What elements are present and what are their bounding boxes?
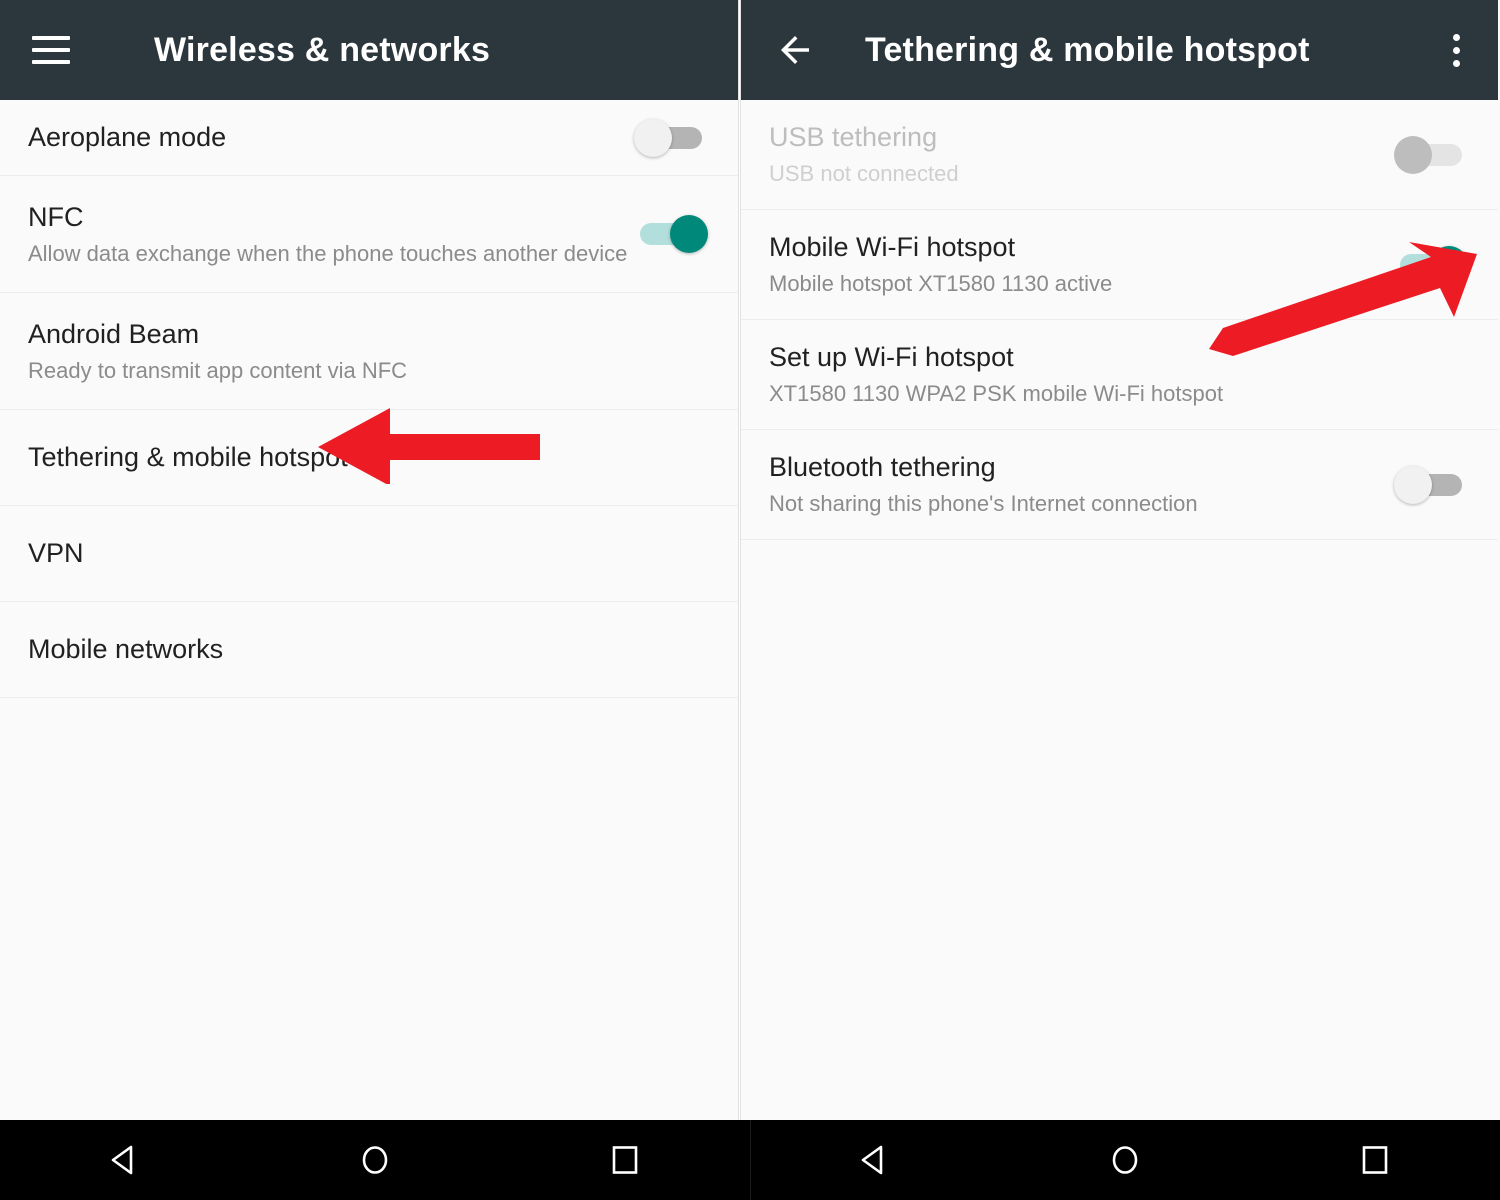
square-recents-icon: [612, 1146, 638, 1174]
row-android-beam-subtitle: Ready to transmit app content via NFC: [28, 357, 408, 383]
row-usb-tethering-subtitle: USB not connected: [769, 161, 959, 187]
hamburger-bar-2: [32, 48, 70, 52]
row-tethering-texts: Tethering & mobile hotspot: [28, 441, 348, 474]
usb-tethering-toggle: [1394, 135, 1468, 174]
row-set-up-wifi-hotspot-subtitle: XT1580 1130 WPA2 PSK mobile Wi-Fi hotspo…: [769, 381, 1224, 407]
row-android-beam[interactable]: Android Beam Ready to transmit app conte…: [0, 293, 738, 410]
row-mobile-networks-texts: Mobile networks: [28, 633, 223, 666]
toggle-knob: [1394, 135, 1432, 174]
row-android-beam-texts: Android Beam Ready to transmit app conte…: [28, 318, 407, 384]
overflow-menu-icon[interactable]: [1436, 27, 1476, 73]
navbar-right-half: [750, 1120, 1500, 1200]
row-aeroplane-mode[interactable]: Aeroplane mode: [0, 100, 738, 176]
row-bluetooth-tethering-texts: Bluetooth tethering Not sharing this pho…: [769, 451, 1198, 517]
left-appbar: Wireless & networks: [0, 0, 738, 100]
row-usb-tethering-texts: USB tethering USB not connected: [769, 121, 959, 187]
row-vpn-title: VPN: [28, 538, 84, 569]
toggle-knob: [1430, 245, 1468, 284]
row-mobile-wifi-hotspot-title: Mobile Wi-Fi hotspot: [769, 232, 1016, 263]
panes-container: Wireless & networks Aeroplane mode NFC A…: [0, 0, 1500, 1120]
circle-home-icon: [362, 1146, 388, 1174]
overflow-dot-3: [1452, 59, 1460, 67]
row-set-up-wifi-hotspot[interactable]: Set up Wi-Fi hotspot XT1580 1130 WPA2 PS…: [741, 320, 1498, 430]
overflow-dot-2: [1452, 46, 1460, 54]
triangle-back-icon: [861, 1145, 883, 1175]
mobile-wifi-hotspot-toggle[interactable]: [1394, 245, 1468, 284]
row-mobile-wifi-hotspot-texts: Mobile Wi-Fi hotspot Mobile hotspot XT15…: [769, 231, 1112, 297]
left-settings-list: Aeroplane mode NFC Allow data exchange w…: [0, 100, 738, 698]
row-tethering-title: Tethering & mobile hotspot: [28, 442, 348, 473]
recents-button[interactable]: [580, 1120, 670, 1200]
right-pane-tethering-hotspot: Tethering & mobile hotspot USB tethering…: [741, 0, 1498, 1120]
nfc-toggle[interactable]: [634, 215, 708, 253]
toggle-knob: [1394, 465, 1432, 504]
row-usb-tethering: USB tethering USB not connected: [741, 100, 1498, 210]
row-bluetooth-tethering-subtitle: Not sharing this phone's Internet connec…: [769, 491, 1198, 517]
home-button[interactable]: [1080, 1120, 1170, 1200]
aeroplane-mode-toggle[interactable]: [634, 118, 708, 157]
bluetooth-tethering-toggle[interactable]: [1394, 465, 1468, 504]
row-nfc-texts: NFC Allow data exchange when the phone t…: [28, 201, 627, 267]
right-page-title: Tethering & mobile hotspot: [865, 30, 1310, 69]
triangle-back-icon: [111, 1145, 133, 1175]
row-nfc-subtitle: Allow data exchange when the phone touch…: [28, 240, 628, 266]
row-usb-tethering-title: USB tethering: [769, 122, 938, 153]
back-arrow-icon[interactable]: [771, 26, 819, 74]
row-set-up-wifi-hotspot-texts: Set up Wi-Fi hotspot XT1580 1130 WPA2 PS…: [769, 341, 1223, 407]
row-aeroplane-mode-texts: Aeroplane mode: [28, 121, 226, 154]
back-arrow-glyph: [781, 36, 809, 64]
dual-screenshot-composite: Wireless & networks Aeroplane mode NFC A…: [0, 0, 1500, 1200]
left-page-title: Wireless & networks: [154, 30, 491, 69]
row-nfc[interactable]: NFC Allow data exchange when the phone t…: [0, 176, 738, 293]
hamburger-menu-icon[interactable]: [28, 27, 74, 73]
recents-button[interactable]: [1330, 1120, 1420, 1200]
row-mobile-networks[interactable]: Mobile networks: [0, 602, 738, 698]
row-set-up-wifi-hotspot-title: Set up Wi-Fi hotspot: [769, 342, 1014, 373]
right-settings-list: USB tethering USB not connected Mobile W…: [741, 100, 1498, 540]
back-button[interactable]: [830, 1120, 920, 1200]
row-mobile-wifi-hotspot-subtitle: Mobile hotspot XT1580 1130 active: [769, 271, 1113, 297]
home-button[interactable]: [330, 1120, 420, 1200]
back-button[interactable]: [80, 1120, 170, 1200]
row-bluetooth-tethering-title: Bluetooth tethering: [769, 452, 996, 483]
hamburger-bar-3: [32, 60, 70, 64]
right-appbar: Tethering & mobile hotspot: [741, 0, 1498, 100]
square-recents-icon: [1362, 1146, 1388, 1174]
row-bluetooth-tethering[interactable]: Bluetooth tethering Not sharing this pho…: [741, 430, 1498, 540]
android-navigation-bar: [0, 1120, 1500, 1200]
circle-home-icon: [1112, 1146, 1138, 1174]
row-nfc-title: NFC: [28, 201, 84, 232]
row-tethering-mobile-hotspot[interactable]: Tethering & mobile hotspot: [0, 410, 738, 506]
row-aeroplane-mode-title: Aeroplane mode: [28, 122, 227, 153]
hamburger-bar-1: [32, 36, 70, 40]
overflow-dot-1: [1452, 33, 1460, 41]
left-pane-wireless-networks: Wireless & networks Aeroplane mode NFC A…: [0, 0, 738, 1120]
toggle-knob: [670, 215, 708, 253]
navbar-left-half: [0, 1120, 750, 1200]
row-vpn-texts: VPN: [28, 537, 84, 570]
row-mobile-wifi-hotspot[interactable]: Mobile Wi-Fi hotspot Mobile hotspot XT15…: [741, 210, 1498, 320]
toggle-knob: [634, 118, 672, 157]
row-vpn[interactable]: VPN: [0, 506, 738, 602]
row-android-beam-title: Android Beam: [28, 318, 200, 349]
row-mobile-networks-title: Mobile networks: [28, 634, 224, 665]
